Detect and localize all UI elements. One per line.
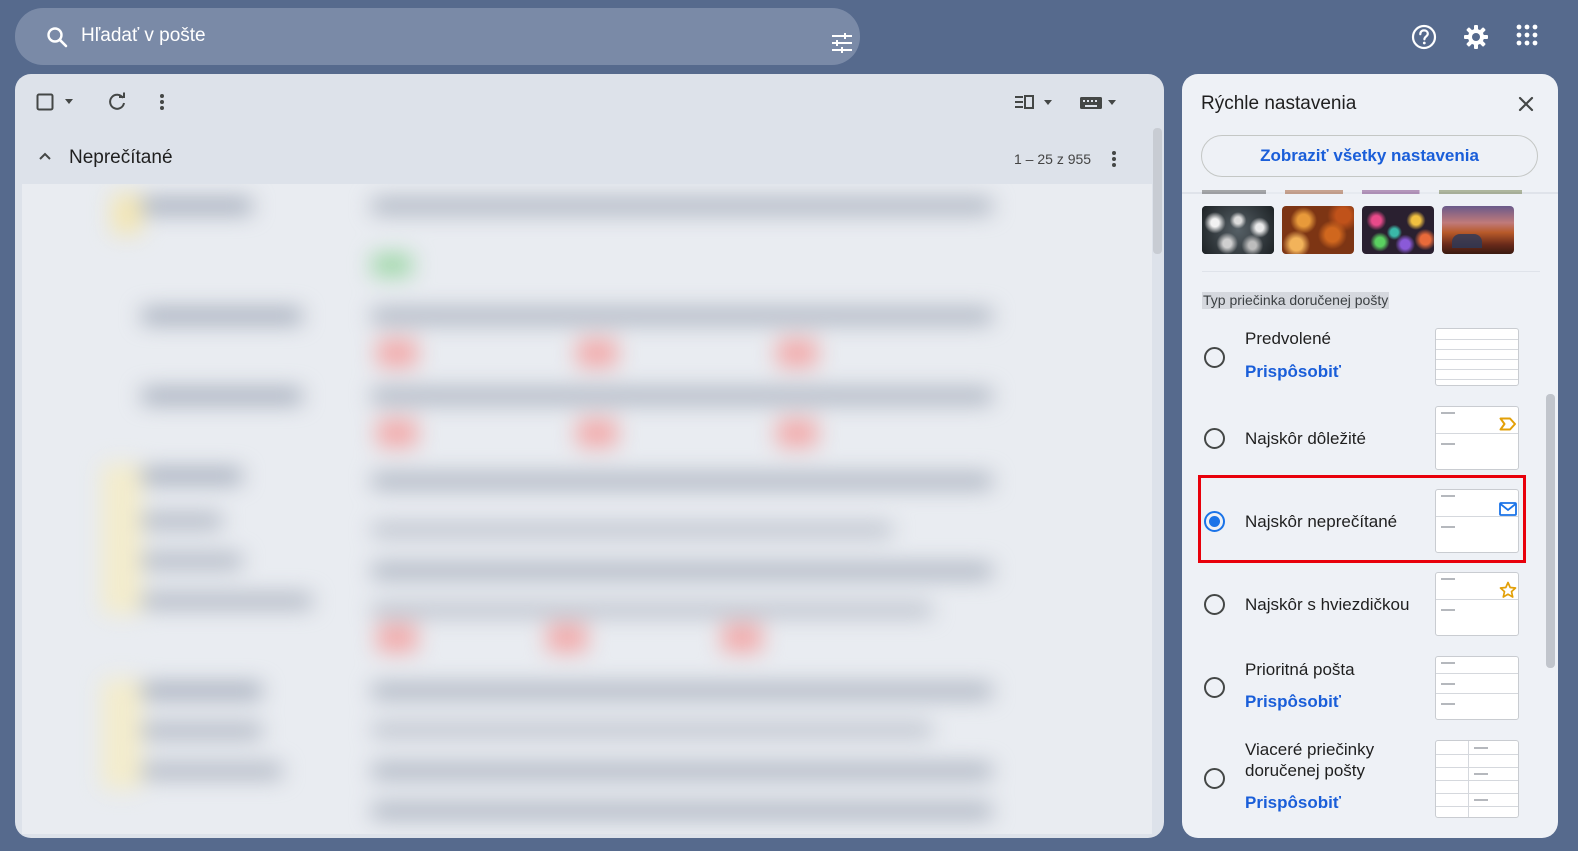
customize-link-priority-inbox[interactable]: Prispôsobiť bbox=[1245, 692, 1341, 712]
refresh-icon[interactable] bbox=[107, 92, 127, 112]
view-all-settings-button[interactable]: Zobraziť všetky nastavenia bbox=[1201, 135, 1538, 177]
option-label-multiple-inboxes-line2: doručenej pošty bbox=[1245, 761, 1366, 780]
preview-multiple-inboxes bbox=[1435, 740, 1519, 818]
preview-important-first bbox=[1435, 406, 1519, 470]
preview-default bbox=[1435, 328, 1519, 386]
search-input[interactable] bbox=[81, 23, 781, 49]
section-title: Neprečítané bbox=[69, 147, 173, 168]
more-vert-icon[interactable] bbox=[159, 93, 165, 111]
keyboard-icon[interactable] bbox=[1080, 96, 1120, 110]
radio-multiple-inboxes[interactable] bbox=[1204, 768, 1225, 789]
section-divider bbox=[1202, 271, 1540, 272]
theme-thumbnail-bubbles[interactable] bbox=[1202, 206, 1274, 254]
section-more-icon[interactable] bbox=[1111, 150, 1117, 168]
theme-thumbnail-leaves[interactable] bbox=[1282, 206, 1354, 254]
tune-icon[interactable] bbox=[830, 32, 854, 54]
blurred-content bbox=[22, 184, 1152, 834]
pager-count: 1 – 25 z 955 bbox=[1014, 151, 1092, 167]
preview-priority-inbox bbox=[1435, 656, 1519, 720]
radio-important-first[interactable] bbox=[1204, 428, 1225, 449]
apps-grid-icon[interactable] bbox=[1516, 24, 1538, 46]
close-icon[interactable] bbox=[1518, 96, 1534, 112]
option-label-unread-first: Najskôr neprečítané bbox=[1245, 512, 1398, 531]
theme-thumbnail-marbles[interactable] bbox=[1362, 206, 1434, 254]
quick-settings-scrollbar[interactable] bbox=[1546, 394, 1555, 668]
option-label-priority-inbox: Prioritná pošta bbox=[1245, 660, 1355, 679]
help-icon[interactable] bbox=[1411, 24, 1437, 50]
option-label-starred-first: Najskôr s hviezdičkou bbox=[1245, 595, 1410, 614]
preview-unread-first bbox=[1435, 489, 1519, 553]
radio-priority-inbox[interactable] bbox=[1204, 677, 1225, 698]
quick-settings-title: Rýchle nastavenia bbox=[1201, 93, 1357, 114]
theme-thumbnail-canyon[interactable] bbox=[1442, 206, 1514, 254]
radio-unread-first[interactable] bbox=[1204, 511, 1225, 532]
quick-settings-panel: Rýchle nastavenia Zobraziť všetky nastav… bbox=[1182, 74, 1558, 838]
split-pane-icon[interactable] bbox=[1015, 95, 1055, 109]
email-list-blurred[interactable] bbox=[22, 184, 1152, 834]
customize-link-default[interactable]: Prispôsobiť bbox=[1245, 362, 1341, 382]
theme-row-partial bbox=[1202, 190, 1522, 194]
customize-link-multiple-inboxes[interactable]: Prispôsobiť bbox=[1245, 793, 1341, 813]
star-icon bbox=[1499, 581, 1517, 599]
preview-starred-first bbox=[1435, 572, 1519, 636]
important-marker-icon bbox=[1499, 417, 1517, 431]
option-label-important-first: Najskôr dôležité bbox=[1245, 429, 1366, 448]
search-bar[interactable] bbox=[15, 8, 860, 65]
option-label-multiple-inboxes-line1: Viaceré priečinky bbox=[1245, 740, 1375, 759]
select-all-checkbox-icon[interactable] bbox=[36, 93, 76, 111]
radio-starred-first[interactable] bbox=[1204, 594, 1225, 615]
collapse-section-icon[interactable] bbox=[38, 151, 52, 161]
search-icon[interactable] bbox=[45, 25, 69, 49]
gear-icon[interactable] bbox=[1463, 24, 1489, 50]
radio-default[interactable] bbox=[1204, 347, 1225, 368]
inbox-type-label: Typ priečinka doručenej pošty bbox=[1202, 292, 1390, 309]
option-label-default: Predvolené bbox=[1245, 329, 1332, 348]
email-list-scrollbar[interactable] bbox=[1153, 128, 1162, 254]
envelope-icon bbox=[1499, 502, 1517, 516]
